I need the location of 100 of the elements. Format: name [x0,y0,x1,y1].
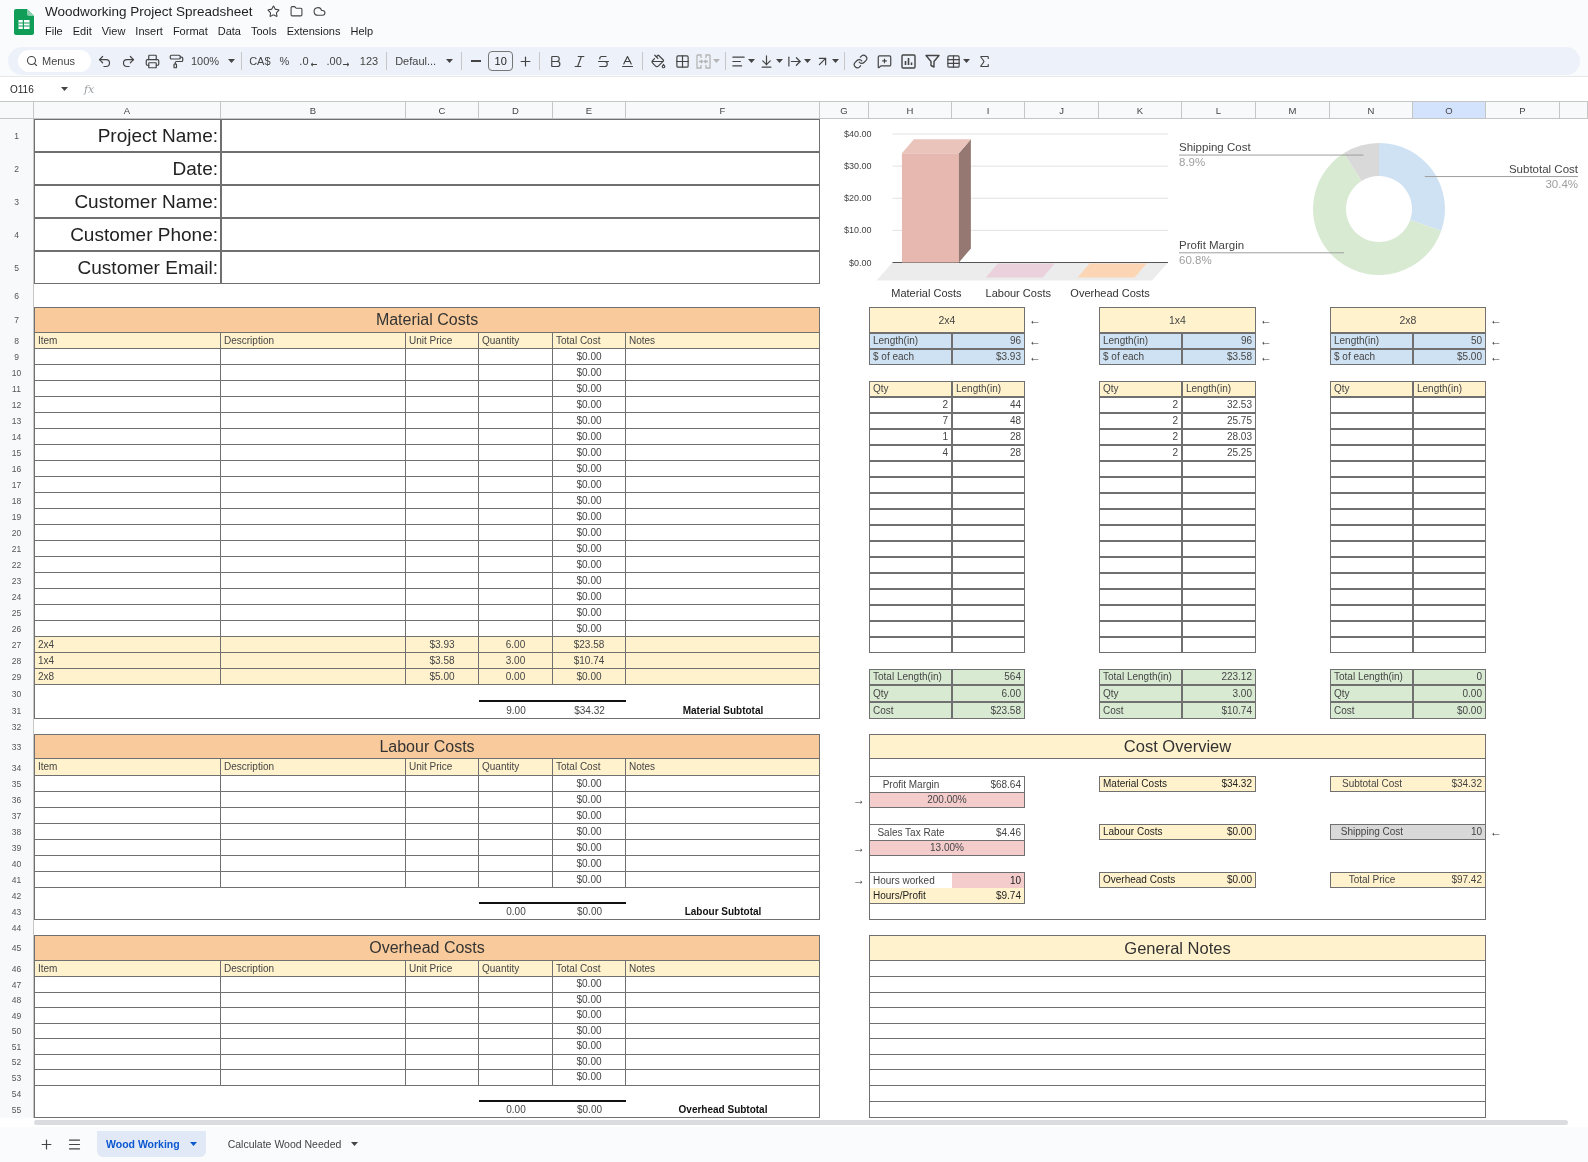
row-number: 11 [0,381,34,397]
column-header[interactable]: H [869,102,952,119]
table-cell: $0.00 [553,840,626,856]
value-cell: 3.00 [1182,685,1256,702]
column-header[interactable]: J [1025,102,1099,119]
menu-item[interactable]: Extensions [281,24,346,38]
zoom-menu[interactable]: 100% [188,49,239,73]
table-cell: $3.93 [406,637,479,653]
value-cell: 50 [1413,333,1486,349]
column-header[interactable]: B [221,102,406,119]
value-cell: $68.64 [952,776,1025,792]
pointer-arrow: → [852,840,866,856]
table-cell: $0.00 [553,413,626,429]
sheet-tab[interactable]: Wood Working [97,1131,206,1158]
caret-icon [351,1142,359,1147]
column-header[interactable]: G [820,102,869,119]
section-title: Labour Costs [34,734,820,759]
column-header[interactable]: K [1099,102,1182,119]
menu-item[interactable]: File [40,24,68,38]
spreadsheet-logo-icon[interactable] [14,9,34,35]
table-cell: $10.74 [553,653,626,669]
caret-icon [446,59,454,63]
header-cell: Length(in) [952,381,1025,397]
column-header[interactable]: P [1486,102,1560,119]
row-number: 7 [0,307,34,333]
row-number: 47 [0,977,34,993]
pointer-arrow: ← [1489,824,1503,840]
cloud-icon [313,5,327,18]
column-header[interactable]: L [1182,102,1256,119]
table-cell: 2 [1099,413,1182,429]
row-number: 32 [0,719,34,734]
font-menu[interactable]: Defaul... [390,49,459,73]
subtotal-quantity: 0.00 [505,1102,527,1117]
row-number: 40 [0,856,34,872]
menu-item[interactable]: Help [345,24,379,38]
category-label: Material Costs [891,287,962,299]
label-cell: Cost [1330,702,1413,719]
column-header[interactable]: A [34,102,221,119]
label-cell: Total Price [1330,872,1413,888]
header-cell: Item [34,333,221,349]
chart-bar [1077,263,1147,278]
column-header[interactable]: I [952,102,1025,119]
caret-icon [832,59,840,63]
row-number: 37 [0,808,34,824]
number-format-button[interactable]: 123 [354,49,384,73]
pointer-arrow: ← [1028,333,1042,349]
section-title: Overhead Costs [34,935,820,961]
menu-item[interactable]: Insert [130,24,168,38]
input-cell: 13.00% [869,840,1025,856]
increase-decimals-button[interactable]: .00 [321,49,355,73]
horizontal-align-icon [731,53,747,69]
header-cell: Length(in) [1182,381,1256,397]
row-number: 49 [0,1008,34,1024]
column-header[interactable]: N [1330,102,1413,119]
table-cell: 25.25 [1182,445,1256,461]
category-label: Labour Costs [985,287,1051,299]
menu-item[interactable]: View [96,24,131,38]
label-cell: Hours/Profit [869,888,952,904]
currency-button[interactable]: CA$ [245,49,275,73]
cell-reference[interactable]: O116 [0,77,76,101]
column-header[interactable]: F [626,102,820,119]
search-field[interactable]: Menus [18,50,91,72]
table-cell: 2 [1099,445,1182,461]
pointer-arrow: ← [1028,312,1042,329]
table-cell: $0.00 [553,477,626,493]
value-cell: $0.00 [1182,824,1256,840]
label-cell: Customer Email: [34,251,221,284]
column-header[interactable]: D [479,102,553,119]
row-number: 53 [0,1070,34,1086]
value-cell: $0.00 [1182,872,1256,888]
row-number: 39 [0,840,34,856]
menu-item[interactable]: Data [212,24,246,38]
menu-item[interactable]: Format [167,24,213,38]
font-size-field[interactable]: 10 [488,51,514,71]
increase-font-size-icon [517,53,533,69]
table-cell: 4 [869,445,952,461]
column-header[interactable]: E [553,102,626,119]
column-header[interactable]: C [406,102,479,119]
table-cell: $23.58 [553,637,626,653]
axis-label: $40.00 [843,129,872,139]
row-number: 18 [0,493,34,509]
row-number: 34 [0,759,34,776]
menu-item[interactable]: Tools [245,24,282,38]
slice-label: Shipping Cost [1179,141,1251,154]
document-title[interactable]: Woodworking Project Spreadsheet [45,4,253,19]
menu-item[interactable]: Edit [67,24,97,38]
sheet-tab[interactable]: Calculate Wood Needed [218,1131,368,1158]
label-cell: Shipping Cost [1330,824,1413,840]
column-header[interactable]: O [1413,102,1486,119]
table-cell: $0.00 [553,621,626,637]
label-cell: Profit Margin [869,776,952,792]
decrease-decimals-button[interactable]: .0 [294,49,322,73]
percent-button[interactable]: % [274,49,295,73]
subtotal-label: Material Subtotal [681,703,765,718]
pointer-arrow: ← [1259,333,1273,349]
header-cell: Unit Price [406,759,479,776]
section-title: Cost Overview [869,734,1486,759]
column-header[interactable]: M [1256,102,1330,119]
table-cell: $0.00 [553,557,626,573]
horizontal-scrollbar[interactable] [34,1119,1568,1125]
